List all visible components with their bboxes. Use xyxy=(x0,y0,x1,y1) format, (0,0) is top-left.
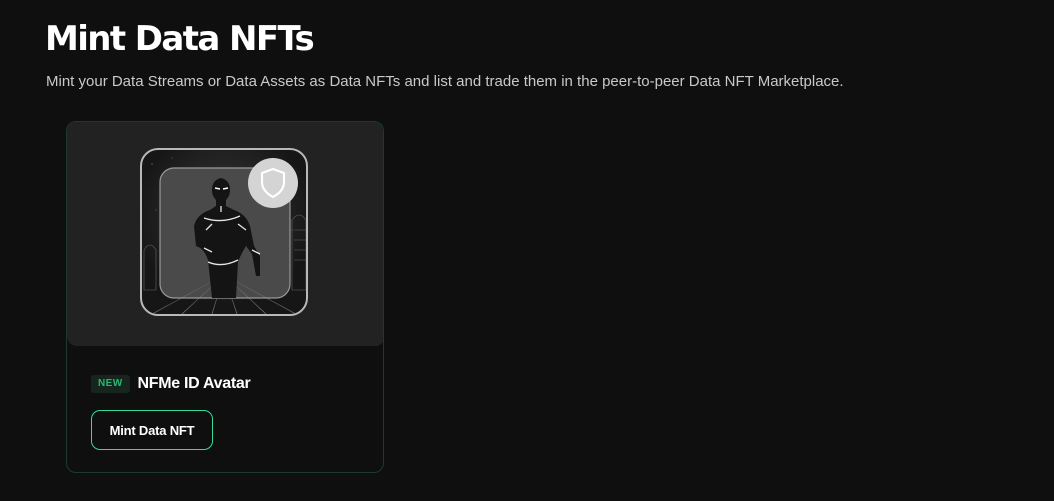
page-title: Mint Data NFTs xyxy=(45,19,315,59)
card-title: NFMe ID Avatar xyxy=(137,375,251,392)
page-subtitle: Mint your Data Streams or Data Assets as… xyxy=(46,73,844,90)
mint-data-nft-button[interactable]: Mint Data NFT xyxy=(91,410,213,450)
page: Mint Data NFTs Mint your Data Streams or… xyxy=(0,0,1054,501)
shield-icon xyxy=(260,167,286,199)
nft-card-nfme-id-avatar: NEW NFMe ID Avatar Mint Data NFT xyxy=(66,121,384,473)
card-media xyxy=(67,122,383,346)
shield-badge xyxy=(248,158,298,208)
card-title-row: NEW NFMe ID Avatar xyxy=(91,375,251,393)
new-badge: NEW xyxy=(91,375,130,393)
